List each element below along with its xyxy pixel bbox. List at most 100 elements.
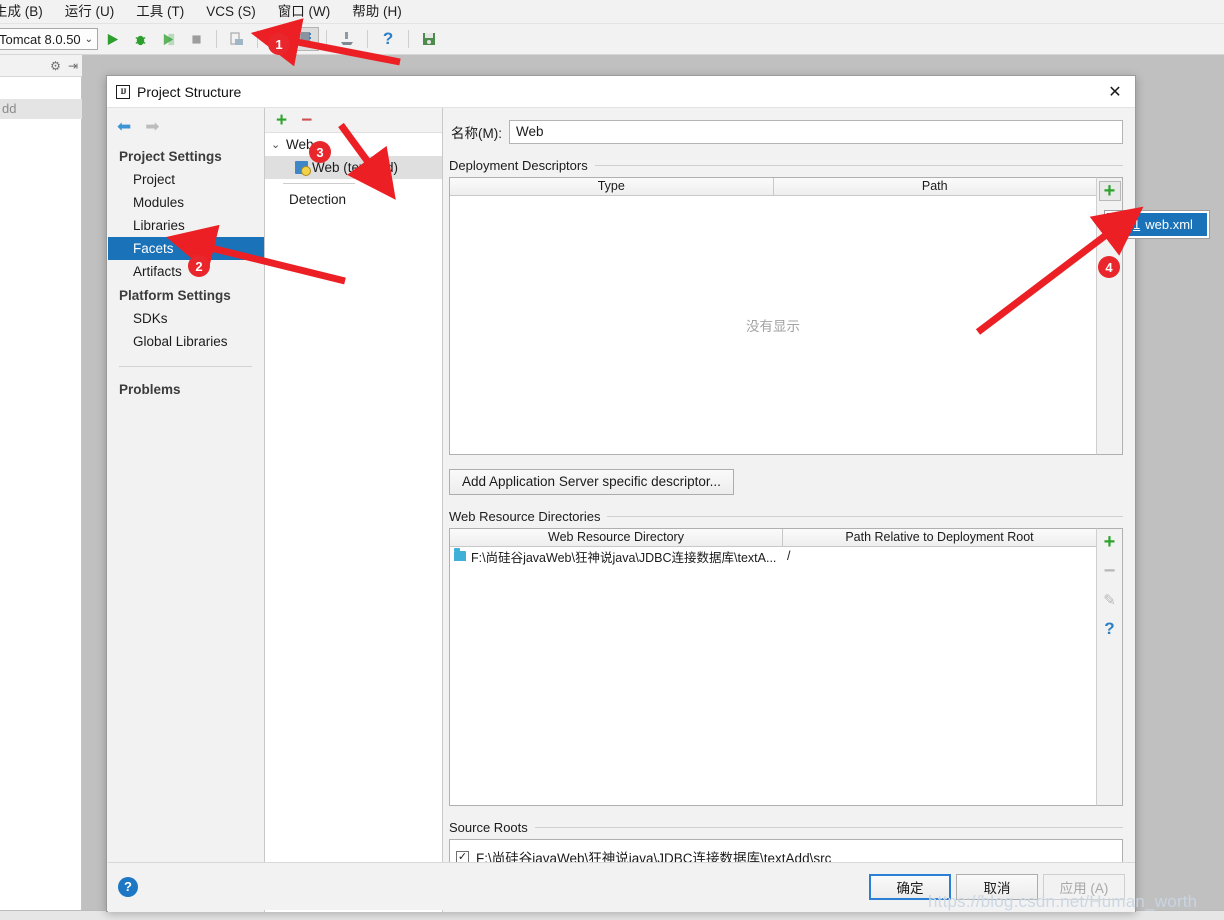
deployment-descriptors-table: Type Path 没有显示 <box>449 177 1096 455</box>
menu-item-run[interactable]: 运行 (U) <box>54 0 126 24</box>
watermark: https://blog.csdn.net/Human_worth <box>928 892 1198 911</box>
ide-left-tool-window-header: ⚙ ⇥ <box>0 55 82 77</box>
web-resource-directories-section-label: Web Resource Directories <box>443 495 1135 528</box>
table-row[interactable]: F:\尚硅谷javaWeb\狂神说java\JDBC连接数据库\textA...… <box>450 547 1096 565</box>
nav-group-project-settings: Project Settings <box>119 149 222 164</box>
popup-item-web-xml[interactable]: </> 1 web.xml <box>1107 213 1207 236</box>
web-resource-directories-table: Web Resource Directory Path Relative to … <box>449 528 1096 806</box>
project-tree-truncated-item[interactable]: dd <box>0 99 82 119</box>
nav-divider <box>119 366 252 367</box>
toolbar-divider-5 <box>408 30 410 48</box>
debug-icon[interactable] <box>127 27 153 51</box>
table-header: Type Path <box>450 178 1096 196</box>
facet-name-input[interactable]: Web <box>509 120 1123 144</box>
menu-item-window[interactable]: 窗口 (W) <box>267 0 341 24</box>
tree-node-web-textadd[interactable]: Web (textAdd) <box>265 156 442 179</box>
cell-path-relative: / <box>783 549 794 563</box>
sidebar-item-project[interactable]: Project <box>108 168 264 191</box>
sidebar-item-facets[interactable]: Facets <box>108 237 264 260</box>
remove-web-resource-icon: − <box>1103 560 1116 582</box>
dialog-help-icon[interactable]: ? <box>118 876 138 897</box>
popup-item-number: 1 <box>1133 217 1141 232</box>
deployment-descriptors-tablebox: Type Path 没有显示 + <box>449 177 1123 455</box>
profile-icon <box>224 27 250 51</box>
ide-left-tool-window: ⚙ ⇥ dd <box>0 55 82 920</box>
ide-menu-bar: 生成 (B) 运行 (U) 工具 (T) VCS (S) 窗口 (W) 帮助 (… <box>0 0 1224 24</box>
nav-group-platform-settings: Platform Settings <box>119 288 231 303</box>
chevron-down-icon: ⌄ <box>84 33 94 45</box>
web-facet-icon <box>295 161 311 176</box>
help-glyph: ? <box>382 29 394 48</box>
web-resource-help-icon[interactable]: ? <box>1099 619 1121 639</box>
descriptor-type-popup: </> 1 web.xml <box>1104 210 1210 239</box>
coverage-icon[interactable] <box>155 27 181 51</box>
menu-item-help[interactable]: 帮助 (H) <box>341 0 413 24</box>
section-rule <box>594 165 1123 166</box>
sidebar-item-modules[interactable]: Modules <box>108 191 264 214</box>
menu-item-build[interactable]: 生成 (B) <box>0 0 54 24</box>
toolbar-divider <box>216 30 218 48</box>
add-web-resource-icon[interactable]: + <box>1099 532 1121 552</box>
sidebar-item-artifacts[interactable]: Artifacts <box>108 260 264 283</box>
sidebar-item-problems[interactable]: Problems <box>108 377 264 401</box>
toolbar-divider-2 <box>257 30 259 48</box>
add-facet-icon[interactable]: + <box>276 111 287 130</box>
remove-facet-icon[interactable]: − <box>301 111 312 130</box>
run-configuration-label: Tomcat 8.0.50 <box>0 31 81 47</box>
help-icon[interactable]: ? <box>375 27 401 51</box>
project-structure-dialog: IJ Project Structure ✕ ⬅ ➡ Project Setti… <box>106 75 1136 912</box>
back-arrow-icon[interactable]: ⬅ <box>117 118 131 135</box>
nav-history-controls: ⬅ ➡ <box>108 108 264 144</box>
stop-icon <box>183 27 209 51</box>
xml-file-icon: </> <box>1113 218 1128 231</box>
add-application-server-descriptor-button[interactable]: Add Application Server specific descript… <box>449 469 734 495</box>
update-app-icon[interactable] <box>334 27 360 51</box>
run-configuration-selector[interactable]: Tomcat 8.0.50 ⌄ <box>0 28 99 50</box>
annotation-badge-4: 4 <box>1098 256 1120 278</box>
empty-state-text: 没有显示 <box>746 318 800 334</box>
chevron-down-icon: ⌄ <box>271 139 281 151</box>
run-icon[interactable] <box>99 27 125 51</box>
toolbar-divider-3 <box>326 30 328 48</box>
ide-toolbar: Tomcat 8.0.50 ⌄ ? <box>0 24 1224 55</box>
deployment-descriptors-section-label: Deployment Descriptors <box>443 144 1135 177</box>
facet-name-label: 名称(M): <box>451 126 502 141</box>
collapse-icon[interactable]: ⇥ <box>68 59 78 73</box>
facets-tree-toolbar: + − <box>265 108 442 133</box>
popup-item-label: web.xml <box>1145 217 1193 232</box>
close-icon[interactable]: ✕ <box>1095 76 1135 108</box>
menu-item-vcs[interactable]: VCS (S) <box>195 0 267 24</box>
facet-detail-pane: 名称(M): Web Deployment Descriptors Type P… <box>443 108 1135 912</box>
deployment-descriptors-empty-state: 没有显示 <box>450 196 1096 453</box>
intellij-logo-icon: IJ <box>116 84 130 99</box>
section-title: Deployment Descriptors <box>449 158 588 173</box>
column-header-path: Path <box>773 178 1096 195</box>
tree-node-web-group[interactable]: ⌄ Web <box>265 133 442 156</box>
project-structure-icon[interactable] <box>293 27 320 51</box>
menu-item-tools[interactable]: 工具 (T) <box>125 0 195 24</box>
section-title: Source Roots <box>449 820 528 835</box>
dialog-title-bar: IJ Project Structure <box>107 76 1135 108</box>
add-descriptor-icon[interactable]: + <box>1098 181 1121 201</box>
source-roots-section-label: Source Roots <box>443 806 1135 839</box>
folder-icon <box>454 548 466 561</box>
sidebar-item-libraries[interactable]: Libraries <box>108 214 264 237</box>
settings-nav-pane: ⬅ ➡ Project Settings Project Modules Lib… <box>108 108 265 912</box>
tree-node-detection[interactable]: Detection <box>265 188 442 211</box>
web-resource-side-buttons: + − ✎ ? <box>1096 528 1123 806</box>
tree-node-label: Web (textAdd) <box>312 160 399 175</box>
forward-arrow-icon[interactable]: ➡ <box>145 118 159 135</box>
facets-tree-pane: + − ⌄ Web Web (textAdd) Detection <box>265 108 443 912</box>
database-icon[interactable] <box>416 27 442 51</box>
cell-text: / <box>787 549 791 563</box>
sidebar-item-sdks[interactable]: SDKs <box>108 307 264 330</box>
gear-icon[interactable]: ⚙ <box>50 59 61 73</box>
sidebar-item-global-libraries[interactable]: Global Libraries <box>108 330 264 353</box>
web-resource-directories-tablebox: Web Resource Directory Path Relative to … <box>449 528 1123 806</box>
section-title: Web Resource Directories <box>449 509 601 524</box>
add-descriptor-button-row: Add Application Server specific descript… <box>443 455 1135 495</box>
column-header-path-relative: Path Relative to Deployment Root <box>783 529 1096 546</box>
cell-web-resource-directory: F:\尚硅谷javaWeb\狂神说java\JDBC连接数据库\textA... <box>450 547 783 566</box>
screenshot-root: ⚙ ⇥ dd 生成 (B) 运行 (U) 工具 (T) VCS (S) 窗口 (… <box>0 0 1224 920</box>
facet-name-row: 名称(M): Web <box>443 108 1135 144</box>
